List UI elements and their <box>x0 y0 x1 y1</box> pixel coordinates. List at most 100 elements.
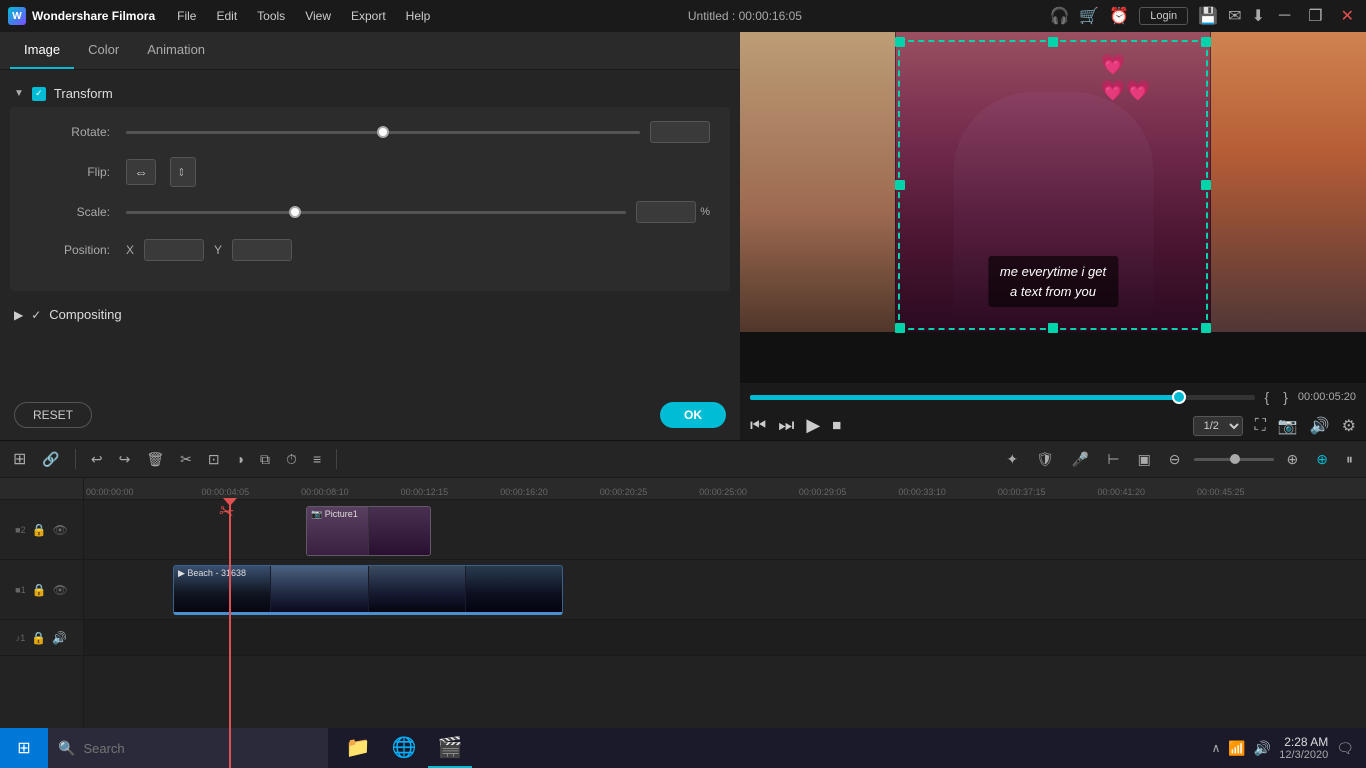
audio-lock-icon[interactable]: 🔒 <box>31 631 46 645</box>
handle-bottom-left[interactable] <box>895 323 905 333</box>
minimize-button[interactable]: ─ <box>1275 7 1294 25</box>
scale-slider[interactable] <box>126 211 626 214</box>
taskbar-filmora[interactable]: 🎬 <box>428 728 472 768</box>
tab-color[interactable]: Color <box>74 32 133 69</box>
zoom-slider[interactable] <box>1194 458 1274 461</box>
menu-file[interactable]: File <box>167 0 206 32</box>
protect-icon[interactable]: 🛡 <box>1031 448 1059 471</box>
screenshot-icon[interactable]: 📷 <box>1278 416 1298 436</box>
track1-eye-icon[interactable]: 👁 <box>53 583 68 597</box>
handle-top-right[interactable] <box>1201 37 1211 47</box>
menu-edit[interactable]: Edit <box>206 0 247 32</box>
taskbar-file-explorer[interactable]: 📁 <box>336 728 380 768</box>
transform-section-header[interactable]: ▼ ✓ Transform <box>0 80 740 107</box>
flip-vertical-button[interactable]: ⇔ <box>170 157 196 187</box>
headphones-icon[interactable]: 🎧 <box>1049 6 1069 26</box>
login-button[interactable]: Login <box>1139 7 1188 25</box>
picture1-clip[interactable]: 📷 Picture1 <box>306 506 431 556</box>
beach-clip[interactable]: ▶ Beach - 31638 <box>173 565 563 615</box>
taskbar-volume-icon[interactable]: 🔊 <box>1254 740 1271 757</box>
chevron-up-icon[interactable]: ∧ <box>1212 741 1221 755</box>
titlebar: W Wondershare Filmora File Edit Tools Vi… <box>0 0 1366 32</box>
download-icon[interactable]: ⬇ <box>1252 6 1265 26</box>
compositing-enable-checkbox[interactable]: ✓ <box>31 308 41 322</box>
delete-button[interactable]: 🗑 <box>141 448 169 471</box>
copy-tool[interactable]: ⧉ <box>255 448 275 471</box>
start-button[interactable]: ⊞ <box>0 728 48 768</box>
mail-icon[interactable]: ✉ <box>1228 6 1241 26</box>
transform-enable-checkbox[interactable]: ✓ <box>32 87 46 101</box>
compositing-collapse-arrow: ▶ <box>14 308 23 322</box>
position-x-input[interactable]: 0.0 <box>144 239 204 261</box>
speed-select[interactable]: 1/2 <box>1193 416 1243 436</box>
restore-button[interactable]: ❐ <box>1304 6 1326 26</box>
timeline-add-track[interactable]: ⊞ <box>8 446 31 472</box>
playback-slider[interactable] <box>750 395 1255 400</box>
zoom-out-icon[interactable]: ⊖ <box>1164 448 1186 471</box>
add-marker-icon[interactable]: ⊕ <box>1311 448 1333 471</box>
search-input[interactable] <box>83 741 318 756</box>
captions-icon[interactable]: ▣ <box>1133 448 1156 471</box>
cut-tool[interactable]: ✂ <box>175 448 197 471</box>
crop-tool[interactable]: ⊡ <box>203 448 225 471</box>
redo-button[interactable]: ↪ <box>114 448 136 471</box>
reset-button[interactable]: RESET <box>14 402 92 428</box>
undo-button[interactable]: ↩ <box>86 448 108 471</box>
track1-lock-icon[interactable]: 🔒 <box>32 583 47 597</box>
audio-volume-icon[interactable]: 🔊 <box>52 631 67 645</box>
search-bar[interactable]: 🔍 <box>48 728 328 768</box>
tab-animation[interactable]: Animation <box>133 32 219 69</box>
tab-image[interactable]: Image <box>10 32 74 69</box>
handle-mid-left[interactable] <box>895 180 905 190</box>
track2-eye-icon[interactable]: 👁 <box>53 523 68 537</box>
handle-top-mid[interactable] <box>1048 37 1058 47</box>
menu-view[interactable]: View <box>295 0 341 32</box>
taskbar-network-icon[interactable]: 📶 <box>1228 740 1245 757</box>
timeline-link[interactable]: 🔗 <box>37 448 64 471</box>
menu-tools[interactable]: Tools <box>247 0 295 32</box>
clock-icon[interactable]: ⏰ <box>1109 6 1129 26</box>
track2-lock-icon[interactable]: 🔒 <box>32 523 47 537</box>
scale-input[interactable]: 100.00 <box>636 201 696 223</box>
ruler-mark-1: 00:00:04:05 <box>202 487 302 497</box>
volume-icon[interactable]: 🔊 <box>1310 416 1330 436</box>
compositing-title: Compositing <box>49 307 121 322</box>
save-icon[interactable]: 💾 <box>1198 6 1218 26</box>
settings-icon[interactable]: ⚙ <box>1342 416 1356 436</box>
zoom-in-icon[interactable]: ⊕ <box>1282 448 1304 471</box>
taskbar-right: ∧ 📶 🔊 2:28 AM 12/3/2020 🗨 <box>1200 735 1366 761</box>
stop-button[interactable]: ⏹ <box>832 415 841 436</box>
ok-button[interactable]: OK <box>660 402 726 428</box>
split-icon[interactable]: ⊢ <box>1102 448 1124 471</box>
mask-tool[interactable]: ◑ <box>231 448 249 470</box>
rotate-input[interactable]: 0.00 <box>650 121 710 143</box>
preview-area: 💗💗💗 me everytime i geta text from you <box>740 32 1366 383</box>
rotate-slider[interactable] <box>126 131 640 134</box>
speed-tool[interactable]: ≡ <box>308 448 326 470</box>
menu-help[interactable]: Help <box>396 0 441 32</box>
freeze-frame[interactable]: ⏱ <box>281 448 302 471</box>
handle-mid-right[interactable] <box>1201 180 1211 190</box>
handle-bottom-right[interactable] <box>1201 323 1211 333</box>
position-y-input[interactable]: 0.0 <box>232 239 292 261</box>
playback-thumb[interactable] <box>1172 390 1186 404</box>
picture-frame-2 <box>369 507 430 555</box>
taskbar-chrome[interactable]: 🌐 <box>382 728 426 768</box>
frame-back-button[interactable]: ⏭ <box>778 415 794 436</box>
menu-export[interactable]: Export <box>341 0 396 32</box>
handle-top-left[interactable] <box>895 37 905 47</box>
compositing-section-header[interactable]: ▶ ✓ Compositing <box>0 301 740 328</box>
mic-icon[interactable]: 🎤 <box>1067 448 1094 471</box>
freeze-icon[interactable]: ⏸ <box>1341 448 1358 471</box>
flip-horizontal-button[interactable]: ⇔ <box>126 159 156 185</box>
notification-icon[interactable]: 🗨 <box>1336 740 1354 757</box>
toolbar-right: ✦ 🛡 🎤 ⊢ ▣ ⊖ ⊕ ⊕ ⏸ <box>1001 448 1358 471</box>
properties-panel: ▼ ✓ Transform Rotate: 0.00 <box>0 70 740 390</box>
cart-icon[interactable]: 🛒 <box>1079 6 1099 26</box>
play-button[interactable]: ▶ <box>806 415 820 436</box>
effects-icon[interactable]: ✦ <box>1001 448 1023 471</box>
handle-bottom-mid[interactable] <box>1048 323 1058 333</box>
step-back-button[interactable]: ⏮ <box>750 415 766 436</box>
close-button[interactable]: ✕ <box>1337 6 1358 26</box>
fullscreen-icon[interactable]: ⛶ <box>1255 417 1266 435</box>
